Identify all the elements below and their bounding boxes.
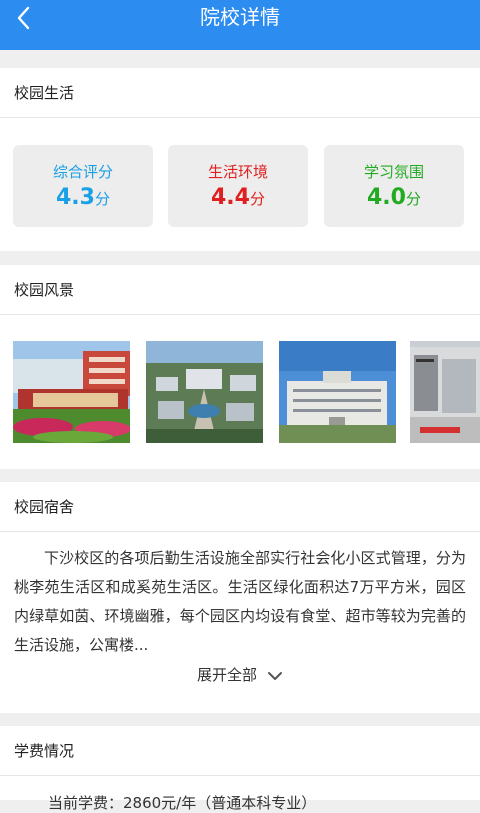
rating-unit: 分: [94, 190, 110, 208]
rating-score: 4.0分: [324, 185, 464, 210]
campus-gate-image: [13, 341, 130, 443]
rating-value: 4.0: [367, 185, 406, 210]
expand-label: 展开全部: [196, 666, 257, 684]
campus-life-section: 校园生活 综合评分 4.3分 生活环境 4.4分 学习氛围 4.0分: [0, 68, 480, 251]
rating-unit: 分: [249, 190, 265, 208]
tuition-line: 当前学费：2860元/年（普通本科专业）: [48, 794, 317, 812]
campus-photo[interactable]: [146, 341, 263, 443]
scenery-section: 校园风景: [0, 265, 480, 469]
rating-value: 4.4: [211, 185, 250, 210]
rating-label: 学习氛围: [363, 163, 424, 181]
section-title: 校园生活: [0, 68, 480, 118]
chevron-down-icon: [268, 671, 282, 680]
rating-card-overall: 综合评分 4.3分: [13, 145, 153, 227]
page-title: 院校详情: [200, 5, 280, 29]
campus-photo[interactable]: [279, 341, 396, 443]
rating-value: 4.3: [56, 185, 95, 210]
photo-carousel[interactable]: [13, 341, 480, 445]
rating-label: 综合评分: [52, 163, 113, 181]
rating-score: 4.4分: [168, 185, 308, 210]
tuition-section: 学费情况 当前学费：2860元/年（普通本科专业）: [0, 726, 480, 812]
section-title: 校园宿舍: [0, 482, 480, 532]
top-app-bar: 院校详情: [0, 0, 480, 50]
expand-all-button[interactable]: 展开全部: [0, 664, 480, 685]
campus-aerial-image: [146, 341, 263, 443]
dorm-description: 下沙校区的各项后勤生活设施全部实行社会化小区式管理，分为桃李苑生活区和成奚苑生活…: [14, 549, 466, 654]
rating-label: 生活环境: [207, 163, 268, 181]
rating-unit: 分: [405, 190, 421, 208]
rating-card-study: 学习氛围 4.0分: [324, 145, 464, 227]
section-title: 校园风景: [0, 265, 480, 315]
dormitory-section: 校园宿舍 下沙校区的各项后勤生活设施全部实行社会化小区式管理，分为桃李苑生活区和…: [0, 482, 480, 713]
campus-photo[interactable]: [13, 341, 130, 443]
campus-building-image: [279, 341, 396, 443]
rating-score: 4.3分: [13, 185, 153, 210]
rating-cards: 综合评分 4.3分 生活环境 4.4分 学习氛围 4.0分: [13, 145, 467, 227]
campus-photo[interactable]: [410, 341, 480, 443]
section-title: 学费情况: [0, 726, 480, 776]
rating-card-environment: 生活环境 4.4分: [168, 145, 308, 227]
campus-entrance-image: [410, 341, 480, 443]
